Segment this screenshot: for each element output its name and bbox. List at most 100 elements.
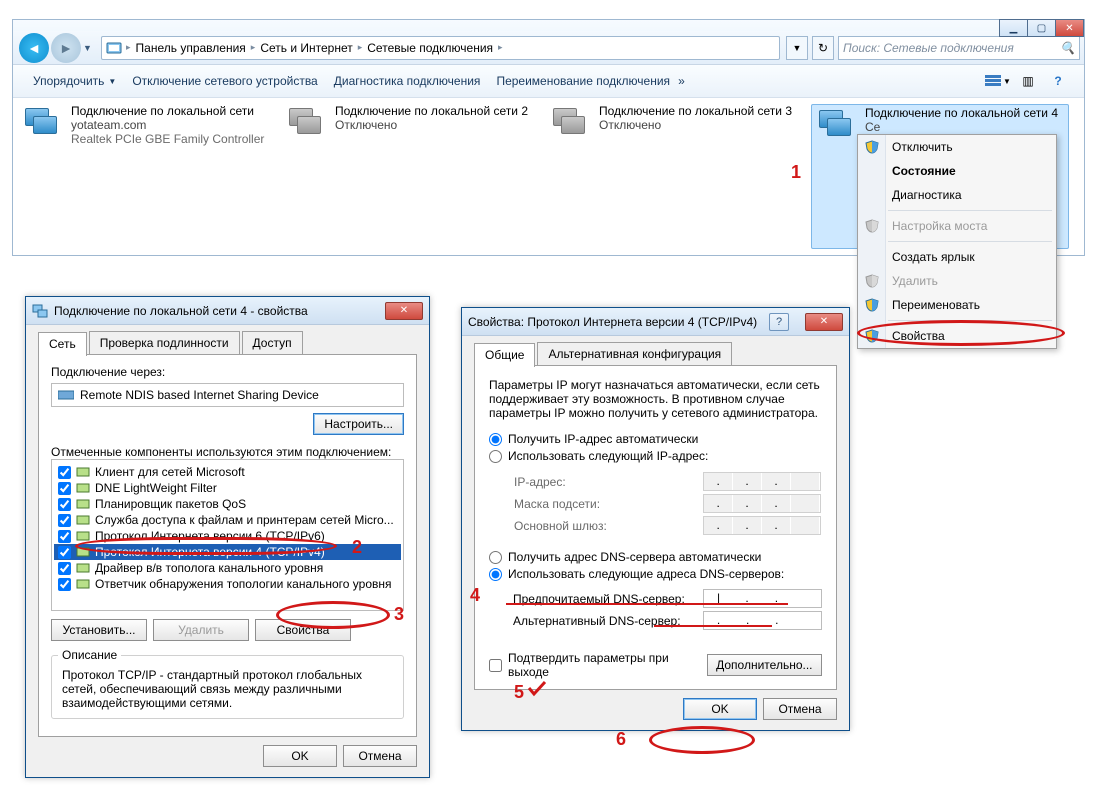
radio-ip-manual[interactable] (489, 450, 502, 463)
validate-label: Подтвердить параметры при выходе (508, 651, 707, 679)
adapter-name: Remote NDIS based Internet Sharing Devic… (80, 388, 319, 402)
ip-label: IP-адрес: (514, 475, 703, 489)
components-list[interactable]: Клиент для сетей MicrosoftDNE LightWeigh… (51, 459, 404, 611)
address-bar[interactable]: ▸ Панель управления ▸ Сеть и Интернет ▸ … (101, 36, 780, 60)
protocol-icon (75, 497, 91, 511)
component-checkbox[interactable] (58, 482, 71, 495)
cancel-button[interactable]: Отмена (343, 745, 417, 767)
view-icon[interactable]: ▼ (984, 69, 1012, 93)
context-menu-item[interactable]: Переименовать (858, 293, 1056, 317)
mask-input[interactable]: ... (703, 494, 821, 513)
component-checkbox[interactable] (58, 546, 71, 559)
back-button[interactable]: ◄ (19, 33, 49, 63)
tb-overflow[interactable]: » (678, 74, 685, 88)
install-button[interactable]: Установить... (51, 619, 147, 641)
protocol-icon (75, 481, 91, 495)
dialog-title: Свойства: Протокол Интернета версии 4 (T… (468, 315, 757, 329)
uninstall-button[interactable]: Удалить (153, 619, 249, 641)
dns2-input[interactable]: ... (703, 611, 822, 630)
adapter-icon (58, 389, 74, 401)
radio-ip-auto[interactable] (489, 433, 502, 446)
ip-input[interactable]: ... (703, 472, 821, 491)
description-text: Протокол TCP/IP - стандартный протокол г… (62, 668, 393, 710)
radio-dns-auto-label: Получить адрес DNS-сервера автоматически (508, 550, 761, 564)
component-checkbox[interactable] (58, 562, 71, 575)
help-icon[interactable]: ? (1044, 69, 1072, 93)
context-menu-item[interactable]: Отключить (858, 135, 1056, 159)
context-menu-item: Удалить (858, 269, 1056, 293)
connection-status: Отключено (599, 118, 801, 132)
dns1-input[interactable]: |.. (703, 589, 822, 608)
tab-altconfig[interactable]: Альтернативная конфигурация (537, 342, 732, 366)
connection-status: yotateam.com (71, 118, 273, 132)
component-checkbox[interactable] (58, 498, 71, 511)
dialog-close-button[interactable]: ✕ (805, 313, 843, 331)
component-checkbox[interactable] (58, 514, 71, 527)
connection-title: Подключение по локальной сети 2 (335, 104, 537, 118)
dialog-close-button[interactable]: ✕ (385, 302, 423, 320)
maximize-button[interactable]: ▢ (1027, 19, 1056, 37)
advanced-button[interactable]: Дополнительно... (707, 654, 822, 676)
tb-rename[interactable]: Переименование подключения (488, 70, 678, 92)
tab-network[interactable]: Сеть (38, 332, 87, 356)
properties-button[interactable]: Свойства (255, 619, 351, 641)
connection-item[interactable]: Подключение по локальной сети 2 Отключен… (283, 104, 537, 249)
configure-button[interactable]: Настроить... (313, 413, 404, 435)
annotation-underline-dns1 (654, 625, 772, 627)
context-menu-item[interactable]: Свойства (858, 324, 1056, 348)
close-button[interactable]: ✕ (1055, 19, 1084, 37)
ok-button[interactable]: OK (263, 745, 337, 767)
tb-organize[interactable]: Упорядочить▼ (25, 70, 124, 92)
dialog-help-button[interactable]: ? (769, 313, 789, 331)
component-row[interactable]: Планировщик пакетов QoS (54, 496, 401, 512)
context-menu-item[interactable]: Создать ярлык (858, 245, 1056, 269)
component-checkbox[interactable] (58, 466, 71, 479)
component-checkbox[interactable] (58, 530, 71, 543)
shield-icon (865, 329, 879, 343)
tab-general[interactable]: Общие (474, 343, 535, 367)
validate-checkbox[interactable] (489, 659, 502, 672)
protocol-icon (75, 561, 91, 575)
minimize-button[interactable]: ▁ (999, 19, 1028, 37)
breadcrumb-segment[interactable]: Сетевые подключения (362, 41, 498, 55)
forward-button[interactable]: ► (51, 33, 81, 63)
protocol-icon (75, 465, 91, 479)
context-menu-item: Настройка моста (858, 214, 1056, 238)
component-row[interactable]: Служба доступа к файлам и принтерам сете… (54, 512, 401, 528)
tb-diagnose[interactable]: Диагностика подключения (326, 70, 489, 92)
connect-via-label: Подключение через: (51, 365, 404, 379)
intro-text: Параметры IP могут назначаться автоматич… (489, 378, 822, 420)
radio-dns-manual[interactable] (489, 568, 502, 581)
search-input[interactable]: Поиск: Сетевые подключения 🔍 (838, 36, 1080, 60)
gw-input[interactable]: ... (703, 516, 821, 535)
component-row[interactable]: Драйвер в/в тополога канального уровня (54, 560, 401, 576)
nav-history-dropdown[interactable]: ▼ (81, 43, 95, 53)
radio-dns-auto[interactable] (489, 551, 502, 564)
component-row[interactable]: Протокол Интернета версии 6 (TCP/IPv6) (54, 528, 401, 544)
tab-auth[interactable]: Проверка подлинности (89, 331, 240, 355)
addr-dropdown[interactable]: ▼ (786, 36, 808, 60)
ok-button[interactable]: OK (683, 698, 757, 720)
component-checkbox[interactable] (58, 578, 71, 591)
network-icon (817, 108, 857, 140)
search-placeholder: Поиск: Сетевые подключения (843, 41, 1060, 55)
component-row[interactable]: Протокол Интернета версии 4 (TCP/IPv4) (54, 544, 401, 560)
preview-icon[interactable]: ▥ (1014, 69, 1042, 93)
component-row[interactable]: DNE LightWeight Filter (54, 480, 401, 496)
location-icon (106, 40, 122, 56)
addr-refresh[interactable]: ↻ (812, 36, 834, 60)
context-menu-item[interactable]: Диагностика (858, 183, 1056, 207)
breadcrumb-segment[interactable]: Сеть и Интернет (255, 41, 357, 55)
protocol-icon (75, 513, 91, 527)
tab-sharing[interactable]: Доступ (242, 331, 303, 355)
context-menu-item[interactable]: Состояние (858, 159, 1056, 183)
connection-item[interactable]: Подключение по локальной сети 3 Отключен… (547, 104, 801, 249)
component-row[interactable]: Клиент для сетей Microsoft (54, 464, 401, 480)
protocol-icon (75, 545, 91, 559)
tb-disable[interactable]: Отключение сетевого устройства (124, 70, 325, 92)
breadcrumb-segment[interactable]: Панель управления (131, 41, 251, 55)
component-row[interactable]: Ответчик обнаружения топологии канальног… (54, 576, 401, 592)
connection-item[interactable]: Подключение по локальной сети yotateam.c… (19, 104, 273, 249)
dialog-title: Подключение по локальной сети 4 - свойст… (54, 304, 308, 318)
cancel-button[interactable]: Отмена (763, 698, 837, 720)
